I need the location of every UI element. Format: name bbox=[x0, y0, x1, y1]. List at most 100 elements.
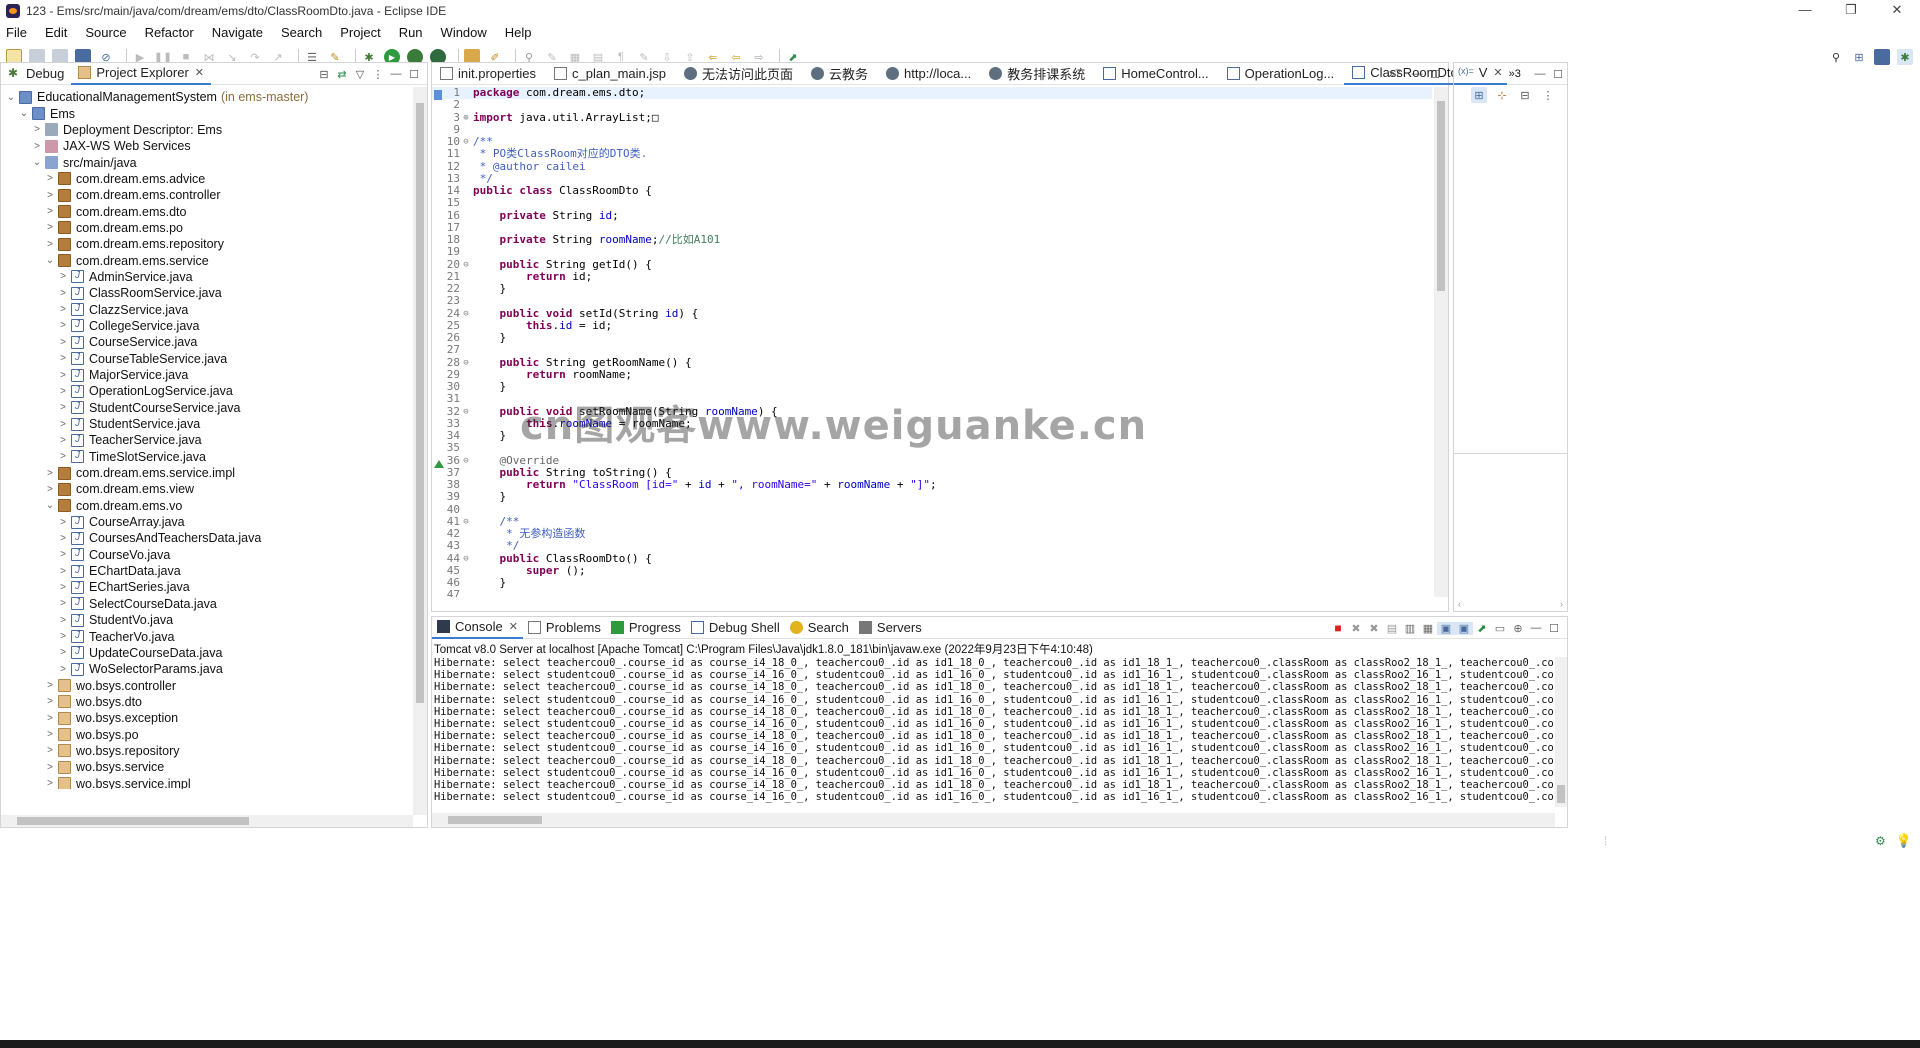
expand-icon[interactable]: > bbox=[57, 517, 69, 528]
tree-item[interactable]: > StudentService.java bbox=[1, 416, 413, 432]
expand-icon[interactable]: > bbox=[44, 239, 56, 250]
filter-icon[interactable]: ▽ bbox=[351, 68, 369, 81]
fold-toggle-icon[interactable]: ⊖ bbox=[462, 357, 470, 369]
scrollbar-thumb[interactable] bbox=[448, 816, 542, 824]
tree-item[interactable]: > wo.bsys.service bbox=[1, 759, 413, 775]
tree-item[interactable]: ⌄ src/main/java bbox=[1, 154, 413, 170]
expand-icon[interactable]: > bbox=[44, 762, 56, 773]
code-line[interactable]: 9 bbox=[432, 123, 1432, 136]
collapse-icon[interactable]: ⌄ bbox=[44, 255, 56, 266]
restore-button[interactable]: ❐ bbox=[1828, 0, 1874, 22]
variables-horizontal-scrollbar[interactable]: ‹ › bbox=[1454, 599, 1567, 611]
tree-item[interactable]: > TimeSlotService.java bbox=[1, 449, 413, 465]
fold-toggle-icon[interactable]: ⊖ bbox=[462, 136, 470, 148]
close-icon[interactable]: ✕ bbox=[509, 620, 518, 633]
code-line[interactable]: 26 } bbox=[432, 331, 1432, 344]
editor-tab[interactable]: http://loca... bbox=[878, 63, 981, 85]
tree-item[interactable]: > TeacherService.java bbox=[1, 432, 413, 448]
fold-toggle-icon[interactable]: ⊖ bbox=[462, 516, 470, 528]
tab-overflow[interactable]: »3 bbox=[1509, 68, 1521, 80]
expand-icon[interactable]: > bbox=[44, 680, 56, 691]
menu-refactor[interactable]: Refactor bbox=[143, 25, 196, 40]
view-menu-icon[interactable]: ⋮ bbox=[369, 68, 387, 81]
tree-item[interactable]: > CoursesAndTeachersData.java bbox=[1, 530, 413, 546]
java-ee-perspective-icon[interactable] bbox=[1874, 49, 1890, 65]
scrollbar-thumb[interactable] bbox=[1557, 785, 1565, 803]
tree-item[interactable]: > CourseVo.java bbox=[1, 547, 413, 563]
collapse-icon[interactable]: ⌄ bbox=[18, 108, 30, 119]
menu-file[interactable]: File bbox=[4, 25, 29, 40]
scroll-lock-icon[interactable]: ▥ bbox=[1401, 622, 1419, 635]
tree-item[interactable]: > OperationLogService.java bbox=[1, 383, 413, 399]
maximize-view-icon[interactable]: ☐ bbox=[1549, 68, 1567, 81]
expand-icon[interactable]: > bbox=[57, 271, 69, 282]
collapse-icon[interactable]: ⌄ bbox=[31, 157, 43, 168]
code-line[interactable]: 27 bbox=[432, 343, 1432, 356]
tree-item[interactable]: ⌄ com.dream.ems.vo bbox=[1, 498, 413, 514]
tree-item[interactable]: > ClassRoomService.java bbox=[1, 285, 413, 301]
close-icon[interactable]: ✕ bbox=[1493, 66, 1502, 79]
editor-tab[interactable]: c_plan_main.jsp bbox=[546, 63, 676, 85]
fold-toggle-icon[interactable]: ⊖ bbox=[462, 455, 470, 467]
tree-item[interactable]: > com.dream.ems.advice bbox=[1, 171, 413, 187]
tree-item[interactable]: > CourseService.java bbox=[1, 334, 413, 350]
explorer-horizontal-scrollbar[interactable] bbox=[1, 815, 413, 827]
menu-search[interactable]: Search bbox=[279, 25, 324, 40]
code-line[interactable]: 29 return roomName; bbox=[432, 368, 1432, 381]
code-line[interactable]: 28 ⊖ public String getRoomName() { bbox=[432, 356, 1432, 369]
console-vertical-scrollbar[interactable] bbox=[1555, 657, 1567, 807]
tab-project-explorer[interactable]: Project Explorer ✕ bbox=[71, 63, 212, 85]
scrollbar-thumb[interactable] bbox=[416, 103, 424, 703]
expand-icon[interactable]: > bbox=[57, 451, 69, 462]
tree-item[interactable]: > com.dream.ems.repository bbox=[1, 236, 413, 252]
maximize-view-icon[interactable]: ☐ bbox=[1426, 68, 1444, 81]
remove-launch-icon[interactable]: ✖ bbox=[1347, 622, 1365, 635]
tree-item[interactable]: > com.dream.ems.controller bbox=[1, 187, 413, 203]
expand-icon[interactable]: > bbox=[31, 124, 43, 135]
close-icon[interactable]: ✕ bbox=[195, 66, 204, 79]
code-line[interactable]: 1 package com.dream.ems.dto; bbox=[432, 87, 1432, 100]
editor-vertical-scrollbar[interactable] bbox=[1434, 87, 1448, 597]
expand-icon[interactable]: > bbox=[57, 549, 69, 560]
tree-item[interactable]: > StudentVo.java bbox=[1, 612, 413, 628]
minimize-view-icon[interactable]: — bbox=[1408, 68, 1426, 80]
fold-toggle-icon[interactable]: ⊖ bbox=[462, 308, 470, 320]
tree-item[interactable]: > com.dream.ems.service.impl bbox=[1, 465, 413, 481]
console-output[interactable]: Hibernate: select teachercou0_.course_id… bbox=[434, 657, 1554, 807]
expand-icon[interactable]: > bbox=[57, 435, 69, 446]
tree-item[interactable]: > MajorService.java bbox=[1, 367, 413, 383]
code-line[interactable]: 39 } bbox=[432, 490, 1432, 503]
editor-tab[interactable]: HomeControl... bbox=[1095, 63, 1218, 85]
expand-icon[interactable]: > bbox=[44, 222, 56, 233]
expand-icon[interactable]: > bbox=[57, 566, 69, 577]
scrollbar-thumb[interactable] bbox=[1437, 101, 1445, 291]
fold-toggle-icon[interactable]: ⊖ bbox=[462, 406, 470, 418]
expand-icon[interactable]: > bbox=[44, 696, 56, 707]
code-line[interactable]: 15 bbox=[432, 196, 1432, 209]
scrollbar-thumb[interactable] bbox=[17, 817, 249, 825]
console-tab[interactable]: Console ✕ bbox=[432, 617, 523, 639]
menu-source[interactable]: Source bbox=[83, 25, 128, 40]
tip-of-day-icon[interactable]: 💡 bbox=[1896, 833, 1912, 849]
tree-item[interactable]: > SelectCourseData.java bbox=[1, 596, 413, 612]
minimize-view-icon[interactable]: — bbox=[1527, 622, 1545, 634]
pin-console-icon[interactable]: ⬈ bbox=[1473, 622, 1491, 635]
code-line[interactable]: 19 bbox=[432, 245, 1432, 258]
expand-icon[interactable]: > bbox=[57, 615, 69, 626]
tree-item[interactable]: > WoSelectorParams.java bbox=[1, 661, 413, 677]
show-type-names-icon[interactable]: ⊞ bbox=[1471, 87, 1487, 103]
editor-tab[interactable]: OperationLog... bbox=[1219, 63, 1345, 85]
expand-icon[interactable]: > bbox=[57, 631, 69, 642]
menu-window[interactable]: Window bbox=[439, 25, 489, 40]
tree-item[interactable]: > wo.bsys.dto bbox=[1, 694, 413, 710]
tree-item[interactable]: > CollegeService.java bbox=[1, 318, 413, 334]
collapse-icon[interactable]: ⌄ bbox=[44, 500, 56, 511]
terminate-icon[interactable]: ■ bbox=[1329, 621, 1347, 635]
link-with-editor-icon[interactable]: ⇄ bbox=[333, 68, 351, 81]
fold-toggle-icon[interactable]: ⊖ bbox=[462, 259, 470, 271]
expand-icon[interactable]: > bbox=[44, 778, 56, 789]
code-line[interactable]: 30 } bbox=[432, 380, 1432, 393]
tab-variables[interactable]: (x)= V ✕ bbox=[1454, 63, 1507, 85]
expand-icon[interactable]: > bbox=[44, 190, 56, 201]
tab-debug[interactable]: ✱ Debug bbox=[1, 63, 71, 85]
